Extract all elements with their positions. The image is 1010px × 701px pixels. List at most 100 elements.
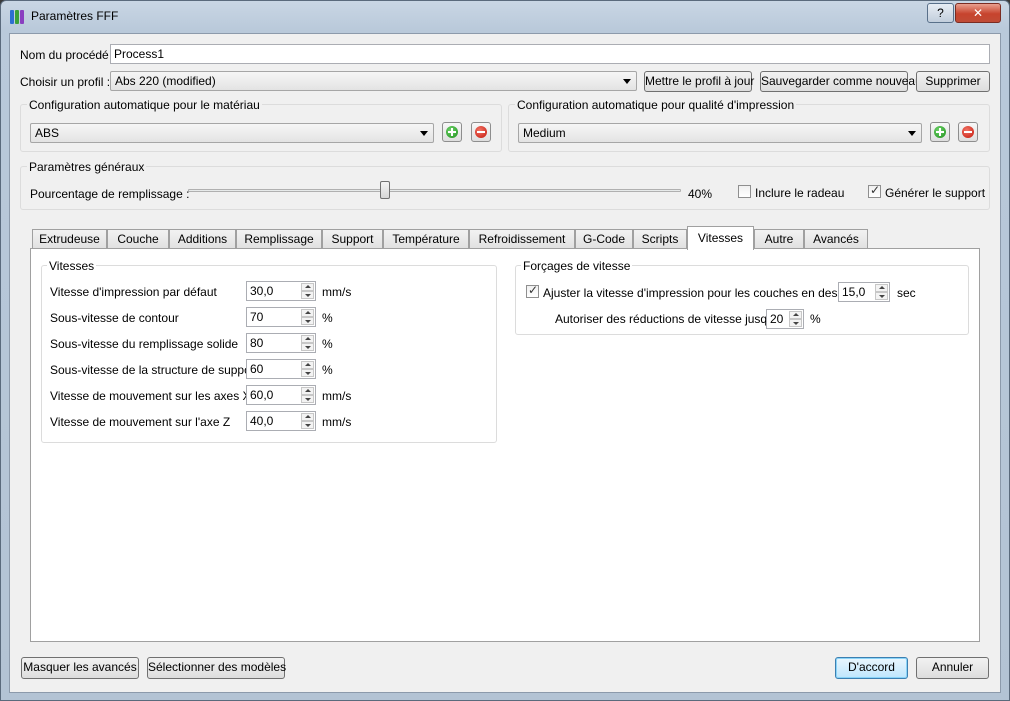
profile-select-value: Abs 220 (modified) <box>115 74 216 88</box>
title-bar[interactable]: Paramètres FFF ? ✕ <box>1 1 1009 33</box>
app-icon <box>9 9 25 25</box>
allow-reduction-unit: % <box>810 312 821 326</box>
add-quality-button[interactable] <box>930 122 950 142</box>
speed-row-label: Vitesse de mouvement sur l'axe Z <box>50 415 231 429</box>
speed-row-spinbox[interactable]: 40,0 <box>246 411 316 431</box>
quality-select-value: Medium <box>523 126 566 140</box>
chevron-down-icon <box>420 131 428 136</box>
process-name-input[interactable]: Process1 <box>110 44 990 64</box>
speed-row-unit: % <box>322 311 333 325</box>
speed-row-unit: mm/s <box>322 389 352 403</box>
update-profile-button[interactable]: Mettre le profil à jour <box>644 71 754 92</box>
speed-row-spinbox[interactable]: 60,0 <box>246 385 316 405</box>
spin-down-icon[interactable] <box>875 292 888 300</box>
speed-row-label: Vitesse de mouvement sur les axes X/Y <box>50 389 262 403</box>
spin-down-icon[interactable] <box>301 343 314 351</box>
speed-row-value: 80 <box>250 336 264 350</box>
material-select[interactable]: ABS <box>30 123 434 143</box>
remove-quality-button[interactable] <box>958 122 978 142</box>
spin-up-icon[interactable] <box>301 361 314 369</box>
speed-row-label: Sous-vitesse de la structure de support <box>50 363 259 377</box>
adjust-speed-checkbox[interactable]: ✓ <box>526 283 539 298</box>
chevron-down-icon <box>623 79 631 84</box>
spin-up-icon[interactable] <box>875 284 888 292</box>
spin-up-icon[interactable] <box>301 283 314 291</box>
general-group-title: Paramètres généraux <box>27 160 147 174</box>
speed-row-spinbox[interactable]: 60 <box>246 359 316 379</box>
select-models-button[interactable]: Sélectionner des modèles <box>147 657 286 679</box>
tab-refroidissement[interactable]: Refroidissement <box>469 229 575 249</box>
tab-scripts[interactable]: Scripts <box>633 229 687 249</box>
infill-slider-handle[interactable] <box>380 181 391 199</box>
speed-row-unit: mm/s <box>322 285 352 299</box>
spin-up-icon[interactable] <box>301 387 314 395</box>
allow-reduction-label: Autoriser des réductions de vitesse jusq… <box>555 312 783 326</box>
quality-select[interactable]: Medium <box>518 123 922 143</box>
speed-row-spinbox[interactable]: 30,0 <box>246 281 316 301</box>
minus-icon <box>475 126 487 138</box>
chevron-down-icon <box>908 131 916 136</box>
help-button[interactable]: ? <box>927 3 954 23</box>
infill-value: 40% <box>688 187 713 201</box>
tab-support[interactable]: Support <box>322 229 383 249</box>
spin-down-icon[interactable] <box>301 395 314 403</box>
hide-advanced-button[interactable]: Masquer les avancés <box>21 657 139 679</box>
remove-material-button[interactable] <box>471 122 491 142</box>
add-material-button[interactable] <box>442 122 462 142</box>
speed-row-value: 40,0 <box>250 414 274 428</box>
dialog-client-area: Nom du procédé : Process1 Choisir un pro… <box>9 33 1001 693</box>
plus-icon <box>934 126 946 138</box>
tab-additions[interactable]: Additions <box>169 229 236 249</box>
speed-row-value: 60,0 <box>250 388 274 402</box>
allow-reduction-value: 20 <box>770 312 784 326</box>
checkmark-icon: ✓ <box>527 283 539 297</box>
speed-row-unit: mm/s <box>322 415 352 429</box>
save-as-new-button[interactable]: Sauvegarder comme nouveau <box>760 71 922 92</box>
tab-couche[interactable]: Couche <box>107 229 169 249</box>
tab-panel-vitesses: Vitesses Vitesse d'impression par défaut… <box>30 248 980 642</box>
speed-row-label: Vitesse d'impression par défaut <box>50 285 217 299</box>
checkmark-icon: ✓ <box>869 183 881 197</box>
spin-down-icon[interactable] <box>301 291 314 299</box>
profile-label: Choisir un profil : <box>20 75 111 89</box>
delete-profile-button[interactable]: Supprimer <box>916 71 990 92</box>
adjust-speed-spinbox[interactable]: 15,0 <box>838 282 890 302</box>
speed-row-spinbox[interactable]: 80 <box>246 333 316 353</box>
support-checkbox[interactable]: ✓ <box>868 183 881 198</box>
allow-reduction-spinbox[interactable]: 20 <box>766 309 804 329</box>
spin-down-icon[interactable] <box>789 319 802 327</box>
window-title: Paramètres FFF <box>31 9 119 23</box>
spin-down-icon[interactable] <box>301 317 314 325</box>
ok-button[interactable]: D'accord <box>835 657 908 679</box>
tab-avanc-s[interactable]: Avancés <box>804 229 868 249</box>
spin-up-icon[interactable] <box>301 335 314 343</box>
spin-down-icon[interactable] <box>301 369 314 377</box>
close-button[interactable]: ✕ <box>955 3 1001 23</box>
profile-select[interactable]: Abs 220 (modified) <box>110 71 637 91</box>
tab-g-code[interactable]: G-Code <box>575 229 633 249</box>
speed-row-value: 30,0 <box>250 284 274 298</box>
speed-row-label: Sous-vitesse du remplissage solide <box>50 337 239 351</box>
raft-checkbox[interactable] <box>738 185 751 198</box>
tab-autre[interactable]: Autre <box>754 229 804 249</box>
cancel-button[interactable]: Annuler <box>916 657 989 679</box>
infill-slider-track[interactable] <box>188 189 681 192</box>
quality-group-title: Configuration automatique pour qualité d… <box>515 98 797 112</box>
spin-down-icon[interactable] <box>301 421 314 429</box>
spin-up-icon[interactable] <box>789 311 802 319</box>
minus-icon <box>962 126 974 138</box>
tab-remplissage[interactable]: Remplissage <box>236 229 322 249</box>
dialog-window: Paramètres FFF ? ✕ Nom du procédé : Proc… <box>0 0 1010 701</box>
tab-temp-rature[interactable]: Température <box>383 229 469 249</box>
spin-up-icon[interactable] <box>301 309 314 317</box>
adjust-speed-label: Ajuster la vitesse d'impression pour les… <box>543 286 863 300</box>
tab-extrudeuse[interactable]: Extrudeuse <box>32 229 107 249</box>
process-name-label: Nom du procédé : <box>20 48 116 62</box>
adjust-speed-value: 15,0 <box>842 285 866 299</box>
speed-row-value: 70 <box>250 310 264 324</box>
speed-row-unit: % <box>322 363 333 377</box>
plus-icon <box>446 126 458 138</box>
spin-up-icon[interactable] <box>301 413 314 421</box>
speed-row-spinbox[interactable]: 70 <box>246 307 316 327</box>
tab-vitesses[interactable]: Vitesses <box>687 226 754 250</box>
